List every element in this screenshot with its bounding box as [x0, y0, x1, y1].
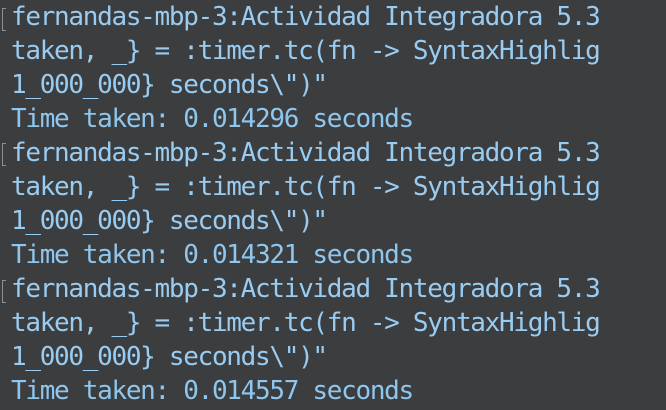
command-line: taken, _} = :timer.tc(fn -> SyntaxHighli… [11, 172, 601, 202]
command-mark[interactable] [2, 280, 6, 303]
prompt-line: fernandas-mbp-3:Actividad Integradora 5.… [11, 138, 601, 168]
terminal-output[interactable]: fernandas-mbp-3:Actividad Integradora 5.… [0, 0, 666, 410]
command-line: 1_000_000} seconds\")" [11, 342, 328, 372]
command-line: 1_000_000} seconds\")" [11, 70, 328, 100]
command-line: taken, _} = :timer.tc(fn -> SyntaxHighli… [11, 36, 601, 66]
command-mark[interactable] [2, 143, 6, 166]
command-line: taken, _} = :timer.tc(fn -> SyntaxHighli… [11, 308, 601, 338]
output-line: Time taken: 0.014557 seconds [11, 376, 414, 406]
prompt-line: fernandas-mbp-3:Actividad Integradora 5.… [11, 2, 601, 32]
command-mark[interactable] [2, 8, 6, 31]
prompt-line: fernandas-mbp-3:Actividad Integradora 5.… [11, 274, 601, 304]
output-line: Time taken: 0.014296 seconds [11, 104, 414, 134]
command-line: 1_000_000} seconds\")" [11, 206, 328, 236]
output-line: Time taken: 0.014321 seconds [11, 240, 414, 270]
